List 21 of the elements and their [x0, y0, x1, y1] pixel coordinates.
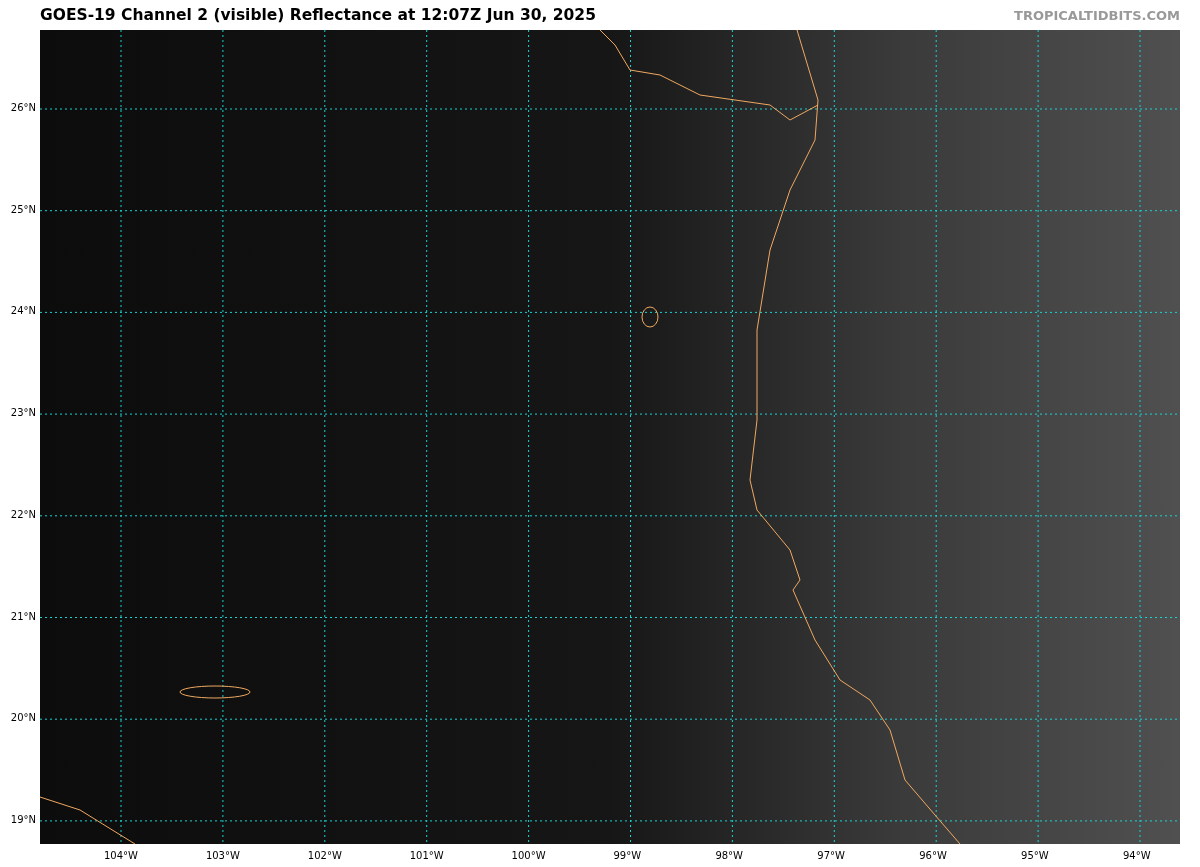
- longitude-label: 100°W: [511, 850, 546, 861]
- latitude-label: 22°N: [10, 508, 36, 520]
- latitude-label: 25°N: [10, 203, 36, 215]
- latitude-label: 20°N: [10, 712, 36, 724]
- latitude-label: 21°N: [10, 610, 36, 622]
- map-title: GOES-19 Channel 2 (visible) Reflectance at 12:07Z Jun 30, 2025: [40, 6, 596, 24]
- longitude-label: 98°W: [715, 850, 743, 861]
- longitude-label: 101°W: [409, 850, 444, 861]
- latitude-label: 19°N: [10, 813, 36, 825]
- site-credit: TROPICALTIDBITS.COM: [1014, 7, 1180, 23]
- longitude-label: 99°W: [613, 850, 642, 861]
- longitude-label: 104°W: [104, 850, 138, 861]
- longitude-label: 103°W: [205, 850, 240, 861]
- longitude-label: 94°W: [1123, 850, 1151, 861]
- longitude-label: 102°W: [307, 850, 342, 861]
- latitude-label: 24°N: [10, 305, 36, 317]
- longitude-label: 96°W: [919, 850, 947, 861]
- latitude-label: 23°N: [10, 407, 36, 419]
- longitude-label: 95°W: [1021, 850, 1049, 861]
- latitude-label: 26°N: [10, 102, 36, 113]
- longitude-label: 97°W: [817, 850, 845, 861]
